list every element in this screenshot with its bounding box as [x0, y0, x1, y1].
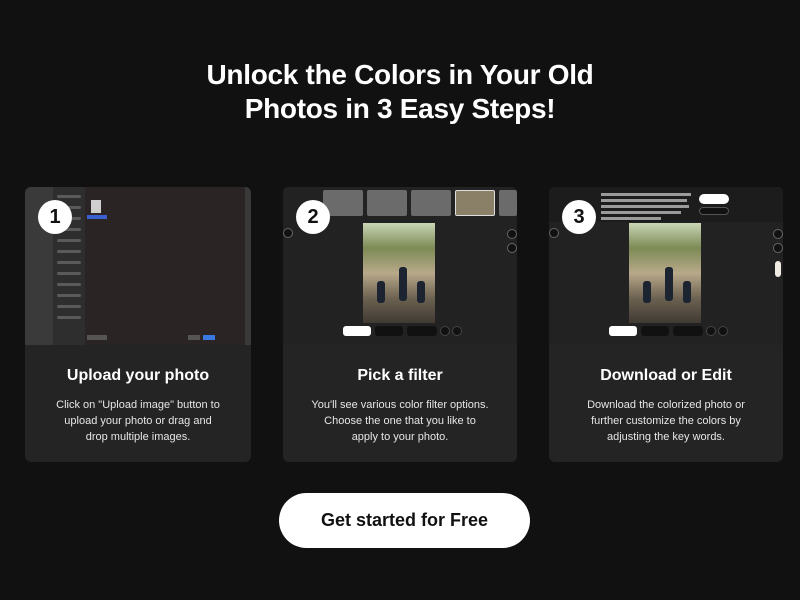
- step-description-line: upload your photo or drag and: [64, 415, 212, 427]
- step-number-badge: 3: [562, 200, 596, 234]
- colorized-photo: [629, 223, 701, 323]
- share-icon: [718, 326, 728, 336]
- step-card-filter: 2 Pick a filter You'll see various color…: [283, 187, 517, 462]
- credit-button: [407, 326, 437, 336]
- step-card-upload: 1 Upload your photo Click on "Upload ima…: [25, 187, 251, 462]
- more-icon: [440, 326, 450, 336]
- step-description-line: apply to your photo.: [351, 431, 449, 443]
- step-description-line: Click on "Upload image" button to: [56, 399, 220, 411]
- step-number-badge: 1: [38, 200, 72, 234]
- palette-icon: [773, 229, 783, 239]
- step-description-line: adjusting the key words.: [606, 431, 725, 443]
- step-description: Download the colorized photo or further …: [563, 397, 769, 445]
- menu-icon: [283, 228, 293, 238]
- adjust-slider: [775, 261, 781, 277]
- menu-icon: [549, 228, 559, 238]
- step-description: Click on "Upload image" button to upload…: [39, 397, 237, 445]
- step-description-line: Choose the one that you like to: [324, 415, 476, 427]
- colorize-button: [699, 194, 729, 204]
- file-thumbnail: [91, 200, 101, 213]
- palette-icon: [507, 229, 517, 239]
- headline-line-1: Unlock the Colors in Your Old: [206, 59, 594, 90]
- step-title: Upload your photo: [66, 367, 210, 384]
- filter-thumbnail: [499, 190, 517, 216]
- filter-thumbnail: [367, 190, 407, 216]
- filter-thumbnail-selected: [455, 190, 495, 216]
- suggestion-button: [699, 207, 729, 215]
- dialog-options-button: [87, 335, 107, 340]
- step-title: Download or Edit: [600, 367, 732, 384]
- step-description: You'll see various color filter options.…: [297, 397, 503, 445]
- undo-button: [641, 326, 669, 336]
- step-title: Pick a filter: [357, 367, 443, 384]
- step-number-badge: 2: [296, 200, 330, 234]
- new-image-button: [609, 326, 637, 336]
- dialog-cancel-button: [188, 335, 200, 340]
- prompt-text: [601, 190, 693, 220]
- step-description-line: You'll see various color filter options.: [311, 399, 489, 411]
- sample-photo: [363, 223, 435, 323]
- settings-icon: [773, 243, 783, 253]
- settings-icon: [507, 243, 517, 253]
- get-started-button[interactable]: Get started for Free: [279, 493, 530, 548]
- file-dialog-pane: [85, 187, 245, 345]
- new-image-button: [343, 326, 371, 336]
- step-description-line: further customize the colors by: [591, 415, 741, 427]
- headline-line-2: Photos in 3 Easy Steps!: [244, 93, 556, 124]
- page-headline: Unlock the Colors in Your Old Photos in …: [0, 58, 800, 126]
- download-button: [375, 326, 403, 336]
- download-icon: [706, 326, 716, 336]
- step-description-line: drop multiple images.: [85, 431, 191, 443]
- dialog-open-button: [203, 335, 215, 340]
- step-description-line: Download the colorized photo or: [587, 399, 745, 411]
- credit-button: [673, 326, 703, 336]
- filter-thumbnail: [411, 190, 451, 216]
- file-selected-label: [87, 215, 107, 219]
- step-card-download: 3 Download or Edit Download the colorize…: [549, 187, 783, 462]
- share-icon: [452, 326, 462, 336]
